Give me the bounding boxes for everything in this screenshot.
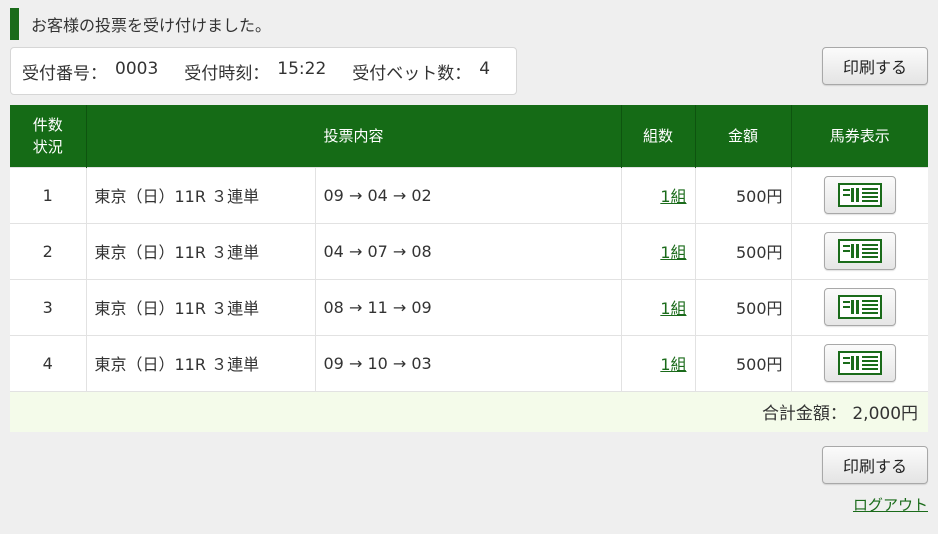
row-kumi-link[interactable]: 1組	[660, 355, 686, 374]
header-status: 状況	[32, 137, 63, 156]
row-number: 3	[10, 278, 87, 335]
header-ticket: 馬券表示	[791, 105, 929, 167]
ticket-icon	[837, 295, 882, 319]
row-ticket-cell	[791, 334, 929, 391]
row-race: 東京（日）11R ３連単	[86, 222, 316, 279]
header-content: 投票内容	[86, 105, 622, 167]
receipt-number-label: 受付番号：	[22, 63, 107, 84]
row-number: 4	[10, 334, 87, 391]
header-kumi: 組数	[621, 105, 696, 167]
row-ticket-cell	[791, 222, 929, 279]
print-button-bottom[interactable]: 印刷する	[822, 446, 928, 484]
header-count: 件数	[32, 115, 63, 134]
ticket-view-button[interactable]	[823, 288, 896, 326]
logout-link[interactable]: ログアウト	[853, 494, 928, 515]
row-combination: 09 → 10 → 03	[315, 334, 622, 391]
receipt-time: 受付時刻： 15:22	[184, 59, 326, 84]
receipt-info: 受付番号： 0003 受付時刻： 15:22 受付ベット数： 4	[10, 47, 517, 95]
row-kumi-link[interactable]: 1組	[660, 299, 686, 318]
ticket-view-button[interactable]	[823, 232, 896, 270]
receipt-time-value: 15:22	[277, 58, 327, 79]
row-race: 東京（日）11R ３連単	[86, 166, 316, 223]
vote-confirmation-page: お客様の投票を受け付けました。 受付番号： 0003 受付時刻： 15:22 受…	[0, 0, 938, 534]
receipt-bet-count-value: 4	[479, 58, 491, 79]
table-header-row: 件数 状況 投票内容 組数 金額 馬券表示	[10, 105, 929, 167]
row-combination: 09 → 04 → 02	[315, 166, 622, 223]
row-kumi-cell: 1組	[621, 166, 696, 223]
total-row: 合計金額： 2,000円	[10, 390, 929, 432]
row-combination: 04 → 07 → 08	[315, 222, 622, 279]
ticket-view-button[interactable]	[823, 176, 896, 214]
receipt-bet-count-label: 受付ベット数：	[352, 63, 472, 84]
ticket-icon	[837, 351, 882, 375]
total-cell: 合計金額： 2,000円	[10, 390, 929, 432]
receipt-number-value: 0003	[115, 58, 159, 79]
row-number: 2	[10, 222, 87, 279]
ticket-icon	[837, 239, 882, 263]
row-kumi-link[interactable]: 1組	[660, 187, 686, 206]
row-ticket-cell	[791, 278, 929, 335]
row-kumi-link[interactable]: 1組	[660, 243, 686, 262]
row-amount: 500円	[695, 222, 792, 279]
row-number: 1	[10, 166, 87, 223]
row-kumi-cell: 1組	[621, 222, 696, 279]
row-amount: 500円	[695, 334, 792, 391]
row-race: 東京（日）11R ３連単	[86, 278, 316, 335]
total-value: 2,000円	[852, 404, 919, 425]
table-row: 3 東京（日）11R ３連単 08 → 11 → 09 1組 500円	[10, 278, 929, 335]
row-race: 東京（日）11R ３連単	[86, 334, 316, 391]
row-ticket-cell	[791, 166, 929, 223]
total-label: 合計金額：	[761, 404, 847, 425]
table-row: 2 東京（日）11R ３連単 04 → 07 → 08 1組 500円	[10, 222, 929, 279]
receipt-bet-count: 受付ベット数： 4	[352, 59, 490, 84]
print-button-top[interactable]: 印刷する	[822, 47, 928, 85]
header-amount: 金額	[695, 105, 792, 167]
row-kumi-cell: 1組	[621, 334, 696, 391]
notice-message: お客様の投票を受け付けました。	[10, 8, 271, 40]
bet-table: 件数 状況 投票内容 組数 金額 馬券表示 1 東京（日）11R ３連単 09 …	[10, 105, 929, 432]
header-count-status: 件数 状況	[10, 105, 87, 167]
row-amount: 500円	[695, 278, 792, 335]
row-kumi-cell: 1組	[621, 278, 696, 335]
row-combination: 08 → 11 → 09	[315, 278, 622, 335]
receipt-time-label: 受付時刻：	[184, 63, 270, 84]
row-amount: 500円	[695, 166, 792, 223]
table-row: 4 東京（日）11R ３連単 09 → 10 → 03 1組 500円	[10, 334, 929, 391]
ticket-icon	[837, 183, 882, 207]
ticket-view-button[interactable]	[823, 344, 896, 382]
table-row: 1 東京（日）11R ３連単 09 → 04 → 02 1組 500円	[10, 166, 929, 223]
receipt-number: 受付番号： 0003	[22, 59, 158, 84]
